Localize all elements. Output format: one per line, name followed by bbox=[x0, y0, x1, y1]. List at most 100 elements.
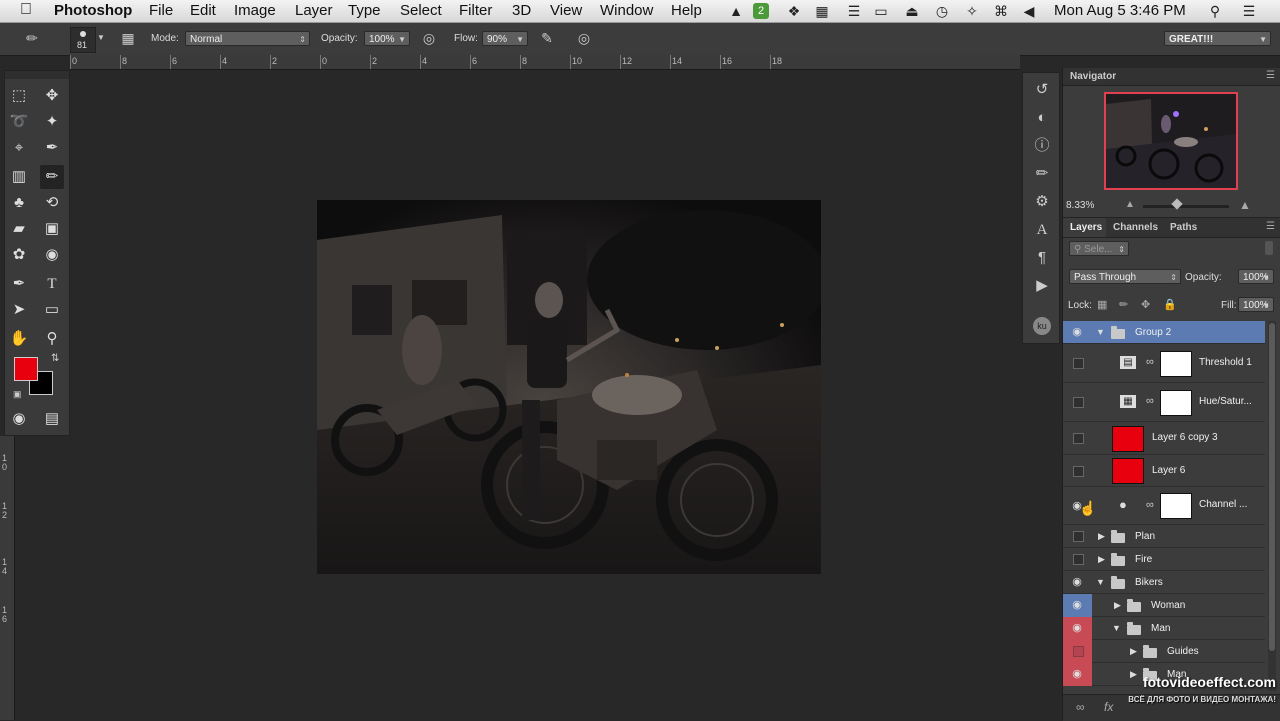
layer-name[interactable]: Guides bbox=[1167, 646, 1199, 657]
layer-name[interactable]: Layer 6 bbox=[1152, 465, 1185, 476]
layer-filter-dropdown[interactable]: ⚲ Sele... ⇕ bbox=[1069, 241, 1129, 256]
character-panel-icon[interactable]: A bbox=[1031, 219, 1053, 241]
layers-scrollbar[interactable] bbox=[1268, 321, 1276, 691]
pressure-opacity-icon[interactable]: ◎ bbox=[419, 28, 439, 48]
layer-name[interactable]: Man bbox=[1151, 623, 1170, 634]
grid-icon[interactable]: ▦ bbox=[814, 3, 830, 19]
quick-mask-icon[interactable]: ◉ bbox=[7, 407, 31, 431]
blur-tool-icon[interactable]: ✿ bbox=[7, 243, 31, 267]
marquee-tool-icon[interactable]: ⬚ bbox=[7, 84, 31, 108]
info-panel-icon[interactable]: ⓘ bbox=[1031, 135, 1053, 157]
healing-brush-tool-icon[interactable]: ▥ bbox=[7, 165, 31, 189]
brush-panel-toggle-icon[interactable]: ▦ bbox=[118, 28, 138, 48]
lock-transparent-icon[interactable]: ▦ bbox=[1097, 298, 1107, 311]
eye-visibility-icon[interactable]: ◉ bbox=[1070, 325, 1084, 339]
pen-tool-icon[interactable]: ✒ bbox=[7, 272, 31, 296]
layer-row-layer-6[interactable]: Layer 6 bbox=[1063, 455, 1265, 487]
link-layers-icon[interactable]: ∞ bbox=[1076, 700, 1085, 714]
layer-name[interactable]: Fire bbox=[1135, 554, 1152, 565]
paragraph-panel-icon[interactable]: ¶ bbox=[1031, 247, 1053, 269]
layer-mask-thumbnail[interactable] bbox=[1160, 351, 1192, 377]
wifi-icon[interactable]: ⌘ bbox=[993, 3, 1009, 19]
brush-tool-icon[interactable]: ✏ bbox=[40, 165, 64, 189]
brush-size-dropdown-icon[interactable]: ▼ bbox=[97, 33, 105, 42]
tools-panel-header[interactable] bbox=[5, 71, 69, 79]
menu-image[interactable]: Image bbox=[234, 2, 276, 19]
properties-panel-icon[interactable]: ⚙ bbox=[1031, 191, 1053, 213]
layer-row-group-2[interactable]: ◉ ▼ Group 2 bbox=[1063, 321, 1265, 344]
eye-visibility-icon[interactable]: ◉ bbox=[1070, 667, 1084, 681]
layer-name[interactable]: Bikers bbox=[1135, 577, 1163, 588]
layer-thumbnail[interactable] bbox=[1112, 458, 1144, 484]
layer-name[interactable]: Hue/Satur... bbox=[1199, 396, 1252, 407]
apple-menu-icon[interactable]:  bbox=[20, 1, 32, 19]
dropbox-icon[interactable]: ❖ bbox=[786, 3, 802, 19]
adjustments-panel-icon[interactable]: ◐ bbox=[1031, 107, 1053, 129]
chevron-right-icon[interactable]: ▶ bbox=[1098, 554, 1105, 565]
clone-stamp-tool-icon[interactable]: ♣ bbox=[7, 191, 31, 215]
layer-name[interactable]: Group 2 bbox=[1135, 327, 1171, 338]
menu-view[interactable]: View bbox=[550, 2, 582, 19]
eye-visibility-icon[interactable]: ◉ bbox=[1070, 621, 1084, 635]
chevron-down-icon[interactable]: ▼ bbox=[1096, 327, 1105, 337]
hand-tool-icon[interactable]: ✋ bbox=[7, 327, 31, 351]
zoom-tool-icon[interactable]: ⚲ bbox=[40, 327, 64, 351]
lock-all-icon[interactable]: 🔒 bbox=[1163, 298, 1177, 311]
navigator-zoom-value[interactable]: 8.33% bbox=[1066, 200, 1094, 211]
layer-name[interactable]: Layer 6 copy 3 bbox=[1152, 432, 1218, 443]
layer-row-man[interactable]: ◉ ▼ Man bbox=[1063, 617, 1265, 640]
panel-menu-icon[interactable]: ☰ bbox=[1266, 70, 1275, 81]
layer-row-layer-6-copy-3[interactable]: Layer 6 copy 3 bbox=[1063, 422, 1265, 455]
document-canvas[interactable] bbox=[317, 200, 827, 574]
fill-field[interactable]: 100% ▼ bbox=[1238, 297, 1274, 312]
gradient-tool-icon[interactable]: ▣ bbox=[40, 217, 64, 241]
layer-thumbnail[interactable] bbox=[1112, 426, 1144, 452]
visibility-toggle[interactable] bbox=[1073, 358, 1084, 369]
mode-dropdown[interactable]: Normal ⇕ bbox=[185, 31, 310, 46]
menubar-clock[interactable]: Mon Aug 5 3:46 PM bbox=[1054, 2, 1186, 19]
history-panel-icon[interactable]: ↺ bbox=[1031, 79, 1053, 101]
history-brush-tool-icon[interactable]: ⟲ bbox=[40, 191, 64, 215]
navigator-tab[interactable]: Navigator bbox=[1070, 71, 1116, 82]
menu-help[interactable]: Help bbox=[671, 2, 702, 19]
chevron-right-icon[interactable]: ▶ bbox=[1098, 531, 1105, 542]
blend-mode-dropdown[interactable]: Pass Through ⇕ bbox=[1069, 269, 1181, 284]
time-machine-icon[interactable]: ◷ bbox=[934, 3, 950, 19]
layer-mask-thumbnail[interactable] bbox=[1160, 493, 1192, 519]
volume-icon[interactable]: ◀ bbox=[1021, 3, 1037, 19]
layer-name[interactable]: Plan bbox=[1135, 531, 1155, 542]
lock-position-icon[interactable]: ✥ bbox=[1141, 298, 1150, 311]
layer-row-fire[interactable]: ▶ Fire bbox=[1063, 548, 1265, 571]
zoom-in-icon[interactable]: ▲ bbox=[1239, 198, 1251, 212]
layer-row-bikers[interactable]: ◉ ▼ Bikers bbox=[1063, 571, 1265, 594]
menu-3d[interactable]: 3D bbox=[512, 2, 531, 19]
vertical-ruler[interactable]: 1 0 1 2 1 4 1 6 bbox=[0, 436, 15, 720]
evernote-icon[interactable]: 2 bbox=[753, 3, 769, 19]
filter-toggle[interactable] bbox=[1265, 241, 1273, 255]
kuler-panel-icon[interactable]: ku bbox=[1033, 317, 1051, 335]
layer-name[interactable]: Threshold 1 bbox=[1199, 357, 1252, 368]
spotlight-search-icon[interactable]: ⚲ bbox=[1207, 3, 1223, 19]
menu-window[interactable]: Window bbox=[600, 2, 653, 19]
swap-colors-icon[interactable]: ⇅ bbox=[51, 353, 59, 364]
layer-row-plan[interactable]: ▶ Plan bbox=[1063, 525, 1265, 548]
layer-mask-thumbnail[interactable] bbox=[1160, 390, 1192, 416]
eraser-tool-icon[interactable]: ▰ bbox=[7, 217, 31, 241]
notification-list-icon[interactable]: ☰ bbox=[1241, 3, 1257, 19]
path-selection-tool-icon[interactable]: ➤ bbox=[7, 298, 31, 322]
brush-size-picker[interactable]: 81 bbox=[70, 27, 96, 53]
tab-channels[interactable]: Channels bbox=[1113, 222, 1158, 233]
actions-panel-icon[interactable]: ▶ bbox=[1031, 275, 1053, 297]
layer-row-woman[interactable]: ◉ ▶ Woman bbox=[1063, 594, 1265, 617]
bluetooth-icon[interactable]: ✧ bbox=[964, 3, 980, 19]
navigator-preview[interactable] bbox=[1104, 92, 1238, 190]
link-icon[interactable]: ∞ bbox=[1146, 499, 1154, 511]
airbrush-icon[interactable]: ✎ bbox=[537, 28, 557, 48]
link-icon[interactable]: ∞ bbox=[1146, 356, 1154, 368]
default-colors-icon[interactable]: ▣ bbox=[13, 389, 22, 400]
opacity-field[interactable]: 100% ▼ bbox=[364, 31, 410, 46]
menu-filter[interactable]: Filter bbox=[459, 2, 492, 19]
pressure-size-icon[interactable]: ◎ bbox=[574, 28, 594, 48]
chevron-down-icon[interactable]: ▼ bbox=[1112, 623, 1121, 633]
layers-scrollbar-thumb[interactable] bbox=[1269, 323, 1275, 651]
